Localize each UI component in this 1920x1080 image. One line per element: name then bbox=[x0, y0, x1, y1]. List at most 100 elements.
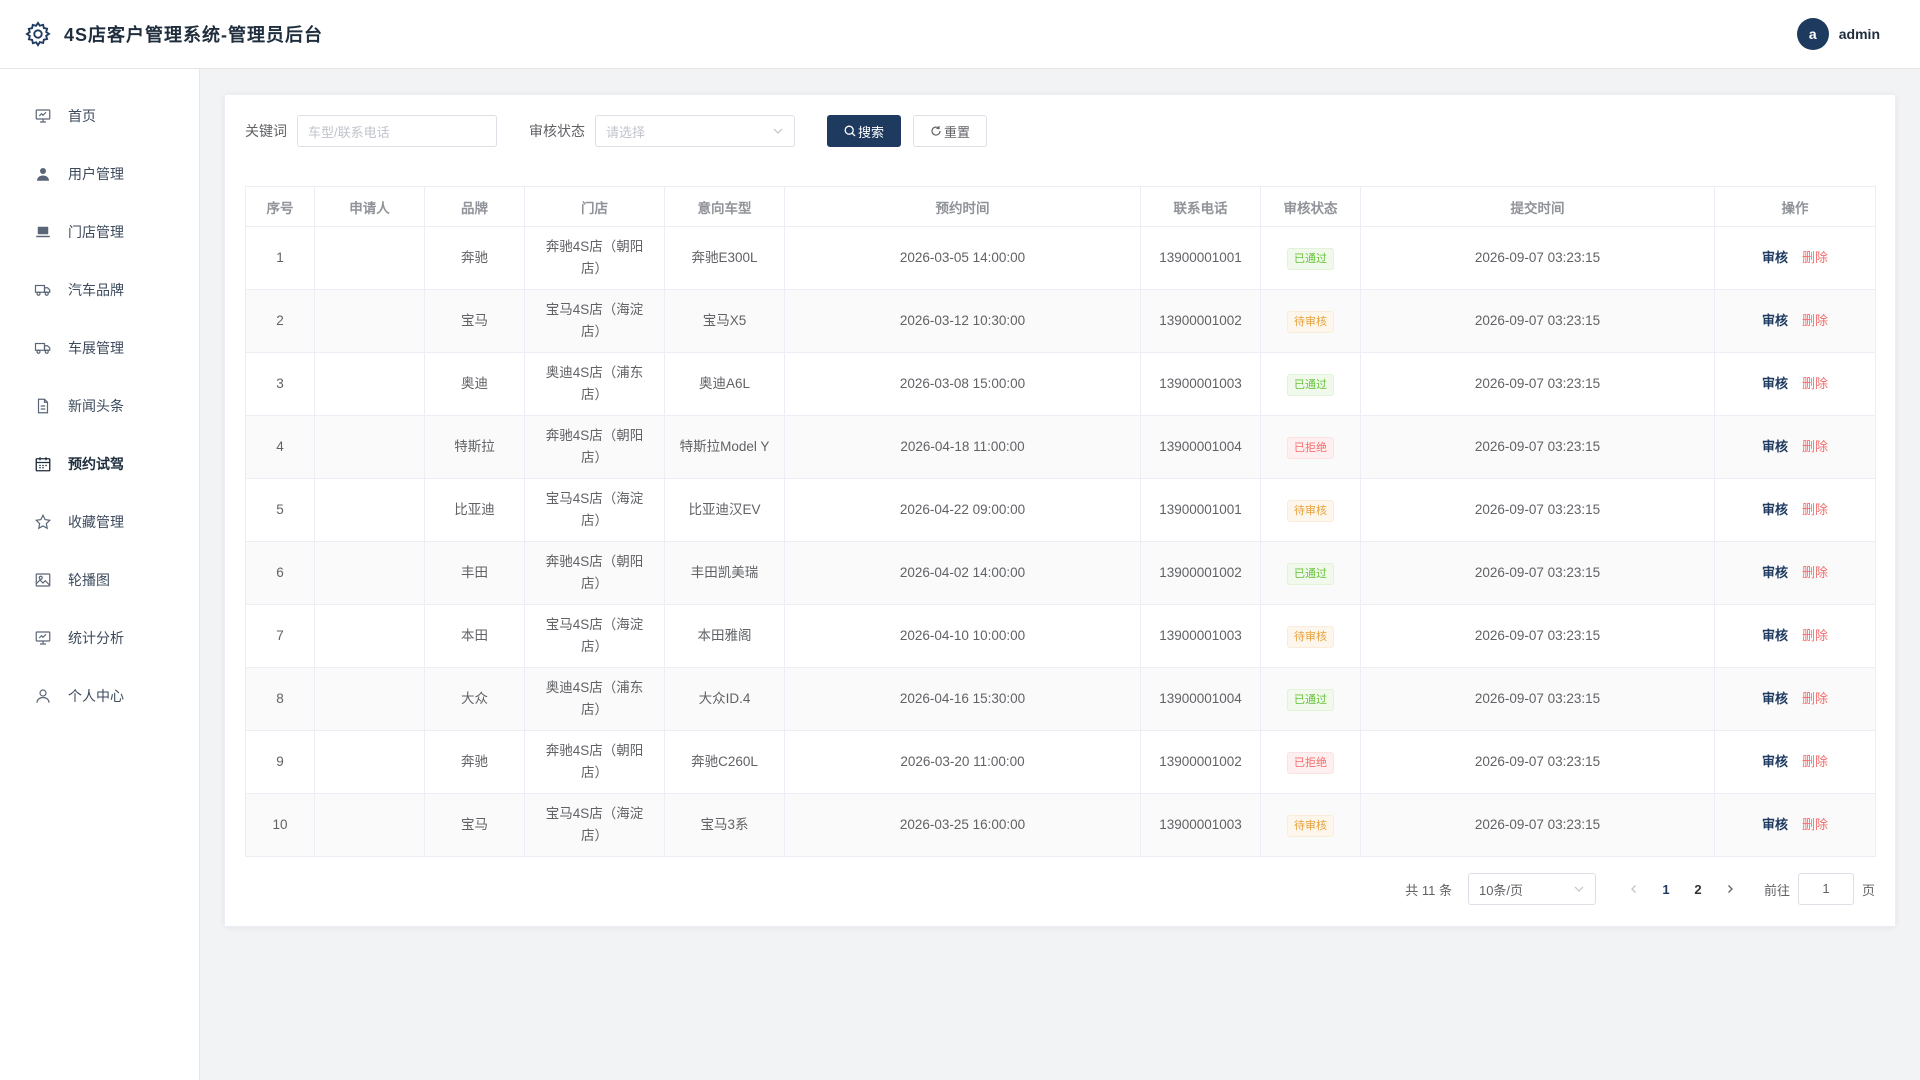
sidebar-item-home[interactable]: 首页 bbox=[0, 87, 199, 145]
cell-time: 2026-04-16 15:30:00 bbox=[784, 667, 1141, 731]
cell-phone: 13900001001 bbox=[1140, 226, 1261, 290]
sidebar-item-news[interactable]: 新闻头条 bbox=[0, 377, 199, 435]
sidebar-item-brands[interactable]: 汽车品牌 bbox=[0, 261, 199, 319]
review-button[interactable]: 审核 bbox=[1762, 313, 1788, 328]
page-1-button[interactable]: 1 bbox=[1650, 882, 1682, 897]
table-row: 5 比亚迪 宝马4S店（海淀店） 比亚迪汉EV 2026-04-22 09:00:00 1… bbox=[245, 478, 1876, 542]
keyword-label: 关键词 bbox=[245, 123, 287, 139]
cell-submitted: 2026-09-07 03:23:15 bbox=[1360, 478, 1715, 542]
cell-store: 奥迪4S店（浦东店） bbox=[524, 352, 665, 416]
cell-submitted: 2026-09-07 03:23:15 bbox=[1360, 541, 1715, 605]
monitor-icon bbox=[35, 631, 51, 645]
cell-submitted: 2026-09-07 03:23:15 bbox=[1360, 604, 1715, 668]
next-page-button[interactable] bbox=[1714, 882, 1746, 897]
review-button[interactable]: 审核 bbox=[1762, 439, 1788, 454]
delete-button[interactable]: 删除 bbox=[1802, 502, 1828, 517]
sidebar-item-label: 首页 bbox=[68, 108, 96, 124]
col-header: 联系电话 bbox=[1140, 186, 1261, 227]
page-2-button[interactable]: 2 bbox=[1682, 882, 1714, 897]
review-button[interactable]: 审核 bbox=[1762, 376, 1788, 391]
page-size-select[interactable]: 10条/页 bbox=[1467, 873, 1596, 905]
delete-button[interactable]: 删除 bbox=[1802, 628, 1828, 643]
col-header: 提交时间 bbox=[1360, 186, 1715, 227]
sidebar-item-test-drive[interactable]: 预约试驾 bbox=[0, 435, 199, 493]
cell-actions: 审核 删除 bbox=[1714, 415, 1876, 479]
picture-icon bbox=[35, 573, 51, 587]
star-icon bbox=[34, 513, 52, 530]
cell-brand: 奥迪 bbox=[424, 352, 525, 416]
user-icon bbox=[36, 689, 50, 703]
truck-icon bbox=[34, 342, 51, 354]
sidebar-item-users[interactable]: 用户管理 bbox=[0, 145, 199, 203]
delete-button[interactable]: 删除 bbox=[1802, 439, 1828, 454]
review-button[interactable]: 审核 bbox=[1762, 817, 1788, 832]
search-button-label: 搜索 bbox=[857, 124, 884, 140]
cell-applicant bbox=[314, 730, 425, 794]
cell-no: 4 bbox=[245, 415, 315, 479]
review-button[interactable]: 审核 bbox=[1762, 628, 1788, 643]
sidebar-item-profile[interactable]: 个人中心 bbox=[0, 667, 199, 725]
delete-button[interactable]: 删除 bbox=[1802, 250, 1828, 265]
cell-no: 10 bbox=[245, 793, 315, 857]
sidebar-item-favorites[interactable]: 收藏管理 bbox=[0, 493, 199, 551]
cell-store: 宝马4S店（海淀店） bbox=[524, 478, 665, 542]
delete-button[interactable]: 删除 bbox=[1802, 313, 1828, 328]
cell-actions: 审核 删除 bbox=[1714, 541, 1876, 605]
sidebar-item-auto-shows[interactable]: 车展管理 bbox=[0, 319, 199, 377]
reset-button[interactable]: 重置 bbox=[913, 115, 987, 147]
delete-button[interactable]: 删除 bbox=[1802, 817, 1828, 832]
cell-no: 7 bbox=[245, 604, 315, 668]
username[interactable]: admin bbox=[1839, 26, 1880, 42]
cell-store: 宝马4S店（海淀店） bbox=[524, 289, 665, 353]
cell-store: 奔驰4S店（朝阳店） bbox=[524, 541, 665, 605]
chevron-down-icon bbox=[773, 128, 783, 134]
user-menu[interactable]: a admin bbox=[1796, 18, 1880, 50]
appointments-table: 序号 申请人 品牌 门店 意向车型 预约时间 联系电话 审核状态 提交时间 操作… bbox=[245, 186, 1876, 857]
sidebar-item-stores[interactable]: 门店管理 bbox=[0, 203, 199, 261]
cell-time: 2026-03-25 16:00:00 bbox=[784, 793, 1141, 857]
sidebar-item-carousel[interactable]: 轮播图 bbox=[0, 551, 199, 609]
cell-brand: 奔驰 bbox=[424, 730, 525, 794]
gear-icon bbox=[25, 21, 51, 47]
delete-button[interactable]: 删除 bbox=[1802, 376, 1828, 391]
cell-brand: 宝马 bbox=[424, 793, 525, 857]
goto-page-input[interactable]: 1 bbox=[1797, 873, 1854, 905]
status-select[interactable]: 请选择 bbox=[595, 115, 795, 147]
table-row: 3 奥迪 奥迪4S店（浦东店） 奥迪A6L 2026-03-08 15:00:00 139… bbox=[245, 352, 1876, 416]
avatar[interactable]: a bbox=[1796, 18, 1829, 50]
col-header: 申请人 bbox=[314, 186, 425, 227]
cell-submitted: 2026-09-07 03:23:15 bbox=[1360, 226, 1715, 290]
cell-actions: 审核 删除 bbox=[1714, 730, 1876, 794]
col-header: 意向车型 bbox=[664, 186, 785, 227]
review-button[interactable]: 审核 bbox=[1762, 502, 1788, 517]
page-size-value: 10条/页 bbox=[1478, 882, 1524, 898]
status-badge: 已通过 bbox=[1287, 562, 1334, 585]
sidebar-item-label: 统计分析 bbox=[68, 630, 124, 646]
chevron-right-icon bbox=[1728, 884, 1733, 893]
cell-no: 1 bbox=[245, 226, 315, 290]
delete-button[interactable]: 删除 bbox=[1802, 754, 1828, 769]
cell-status: 已拒绝 bbox=[1260, 730, 1361, 794]
review-button[interactable]: 审核 bbox=[1762, 691, 1788, 706]
table-row: 2 宝马 宝马4S店（海淀店） 宝马X5 2026-03-12 10:30:00 1390… bbox=[245, 289, 1876, 353]
delete-button[interactable]: 删除 bbox=[1802, 691, 1828, 706]
cell-store: 宝马4S店（海淀店） bbox=[524, 604, 665, 668]
cell-store: 宝马4S店（海淀店） bbox=[524, 793, 665, 857]
cell-applicant bbox=[314, 352, 425, 416]
status-badge: 已通过 bbox=[1287, 688, 1334, 711]
cell-phone: 13900001003 bbox=[1140, 604, 1261, 668]
search-button[interactable]: 搜索 bbox=[827, 115, 901, 147]
sidebar-item-label: 汽车品牌 bbox=[68, 282, 124, 298]
status-badge: 待审核 bbox=[1287, 499, 1334, 522]
truck-icon bbox=[34, 284, 51, 296]
review-button[interactable]: 审核 bbox=[1762, 250, 1788, 265]
review-button[interactable]: 审核 bbox=[1762, 565, 1788, 580]
cell-applicant bbox=[314, 793, 425, 857]
sidebar-item-statistics[interactable]: 统计分析 bbox=[0, 609, 199, 667]
cell-phone: 13900001002 bbox=[1140, 541, 1261, 605]
cell-phone: 13900001002 bbox=[1140, 289, 1261, 353]
prev-page-button[interactable] bbox=[1618, 882, 1650, 897]
review-button[interactable]: 审核 bbox=[1762, 754, 1788, 769]
keyword-input[interactable]: 车型/联系电话 bbox=[297, 115, 497, 147]
delete-button[interactable]: 删除 bbox=[1802, 565, 1828, 580]
